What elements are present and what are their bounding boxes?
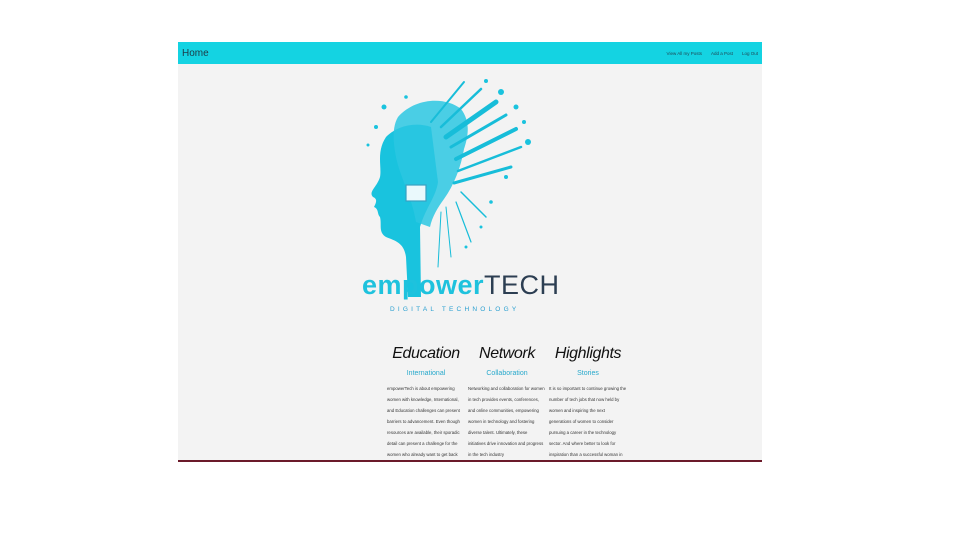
column-title: Highlights bbox=[554, 345, 622, 362]
empowertech-logo: empowerTECH bbox=[362, 270, 560, 300]
column-body: It is so important to continue growing t… bbox=[549, 386, 627, 457]
column-body: empowerTech is about empowering women wi… bbox=[387, 386, 460, 457]
network-column: Network Collaboration Networking and col… bbox=[468, 345, 546, 460]
column-subtitle: International bbox=[406, 370, 446, 377]
logout-link[interactable]: Log Out bbox=[742, 51, 758, 56]
column-subtitle: Collaboration bbox=[486, 370, 528, 377]
view-all-posts-link[interactable]: View All my Posts bbox=[667, 51, 702, 56]
add-post-link[interactable]: Add a Post bbox=[711, 51, 733, 56]
nav-links: View All my Posts Add a Post Log Out bbox=[658, 51, 758, 56]
home-link[interactable]: Home bbox=[182, 48, 209, 59]
highlights-column: Highlights Stories It is so important to… bbox=[549, 345, 627, 460]
logo-tagline: DIGITAL TECHNOLOGY bbox=[390, 306, 520, 313]
column-title: Network bbox=[479, 345, 535, 362]
browser-viewport: Home View All my Posts Add a Post Log Ou… bbox=[178, 42, 762, 462]
column-subtitle: Stories bbox=[577, 370, 599, 377]
column-body: Networking and collaboration for women i… bbox=[468, 386, 545, 457]
education-column: Education International empowerTech is a… bbox=[387, 345, 465, 460]
navbar: Home View All my Posts Add a Post Log Ou… bbox=[178, 42, 762, 64]
column-title: Education bbox=[392, 345, 460, 362]
